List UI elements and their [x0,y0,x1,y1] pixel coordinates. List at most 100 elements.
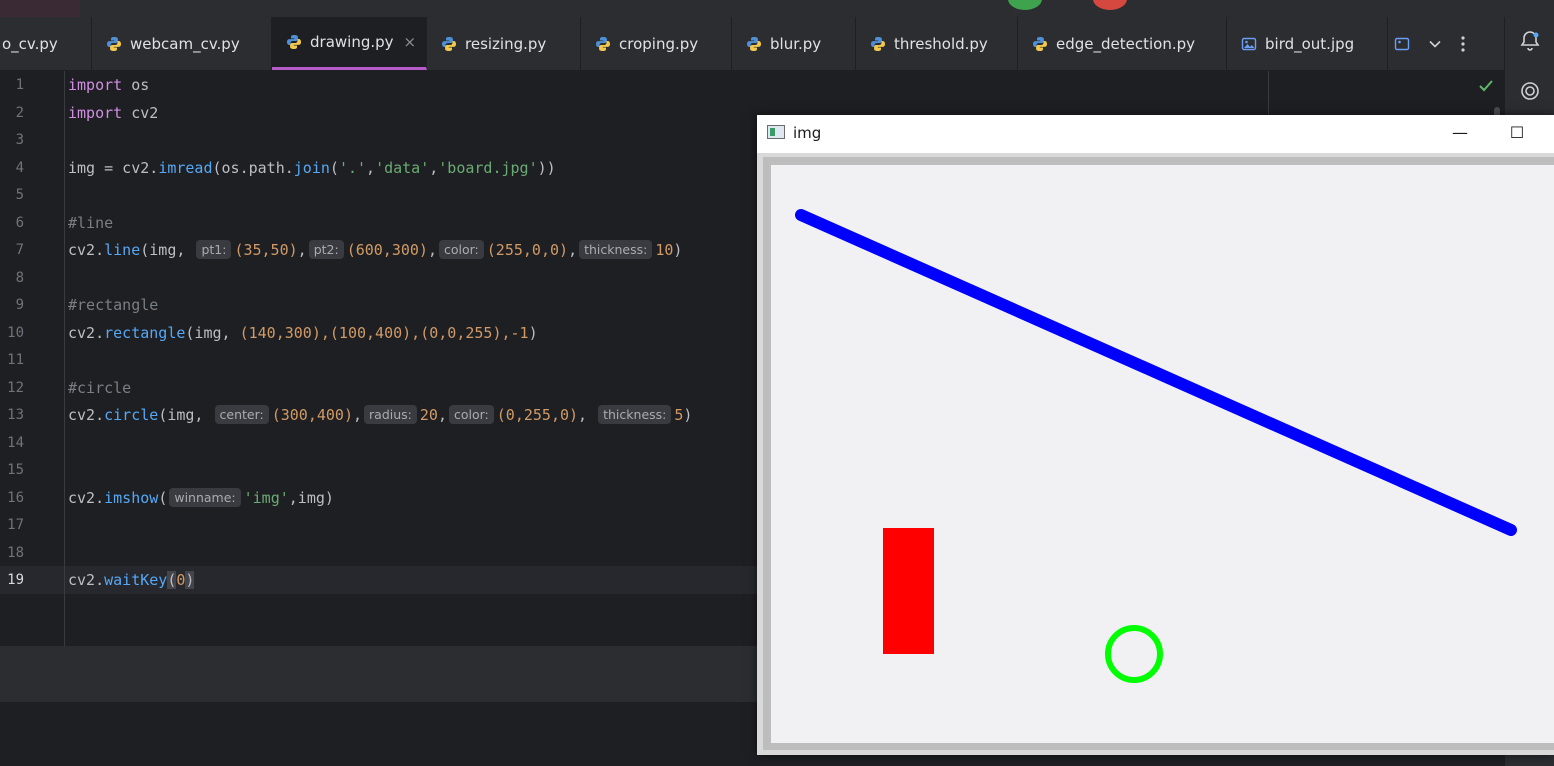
code-text: , [437,406,447,424]
param-hint: pt1: [196,240,232,259]
code-text: , [353,406,363,424]
param-hint: color: [439,240,484,259]
code-text: os [122,76,150,94]
maximize-button[interactable]: ☐ [1502,121,1532,145]
line-number: 4 [15,160,24,176]
code-text: cv2. [68,489,105,507]
code-line-16: cv2.imshow(winname:'img',img) [68,485,808,513]
line-number: 17 [7,517,24,533]
tab-edge-detection[interactable]: edge_detection.py [1018,17,1227,70]
function-name: circle [104,406,159,424]
tab-threshold[interactable]: threshold.py [856,17,1018,70]
tuple-literal: (0,255,0) [496,406,579,424]
tab-bar-tools [1394,17,1466,70]
line-number: 9 [15,297,24,313]
code-text: cv2. [68,241,105,259]
tab-webcam-cv[interactable]: webcam_cv.py [92,17,272,70]
line-number: 2 [15,105,24,121]
ai-assistant-icon[interactable] [1518,79,1542,103]
tuple-literal: (300,400) [271,406,353,424]
tab-label: edge_detection.py [1056,34,1196,53]
tab-bird-out[interactable]: bird_out.jpg [1227,17,1388,70]
image-file-icon[interactable] [1394,36,1410,52]
python-icon [107,36,121,51]
code-text: cv2. [68,406,105,424]
line-number: 19 [7,572,24,588]
code-text: ( [329,159,339,177]
code-line-4: img = cv2.imread(os.path.join('.','data'… [68,155,808,183]
image-window-titlebar[interactable]: img — ☐ [757,115,1554,153]
line-number: 1 [15,77,24,93]
tab-drawing[interactable]: drawing.py × [272,17,427,70]
keyword: import [68,104,123,122]
python-icon [1033,36,1047,51]
line-number: 13 [7,407,24,423]
line-number: 6 [15,215,24,231]
function-name: line [104,241,141,259]
code-text: ) [528,324,538,342]
code-text: (img, [185,324,240,342]
top-strip-accent [0,0,80,17]
code-text: , [427,241,437,259]
line-number: 12 [7,380,24,396]
python-icon [596,36,610,51]
param-hint: color: [448,405,494,424]
python-icon [287,35,301,49]
number-literal: 10 [655,241,674,259]
keyword: import [68,76,123,94]
string-literal: 'img' [243,489,289,507]
code-line-1: import os [68,72,808,100]
code-text: , [429,159,439,177]
run-status-dot-green[interactable] [1008,0,1042,10]
string-literal: '.' [338,159,367,177]
code-text: cv2. [68,324,105,342]
window-top-strip [0,0,1554,17]
more-vert-icon[interactable] [1460,35,1466,53]
matched-bracket: ) [185,571,195,589]
minimize-button[interactable]: — [1445,121,1475,145]
drawn-red-rectangle [883,528,934,654]
line-number: 15 [7,462,24,478]
code-line-13: cv2.circle(img, center: (300,400), radius:… [68,402,808,430]
comment-line: #rectangle [68,296,159,314]
tab-label: webcam_cv.py [130,34,240,53]
tab-croping[interactable]: croping.py [581,17,732,70]
function-name: waitKey [104,571,168,589]
line-number: 14 [7,435,24,451]
code-text: cv2 [122,104,159,122]
bell-icon[interactable] [1518,29,1542,53]
chevron-down-icon[interactable] [1428,37,1442,51]
code-text: ) [683,406,693,424]
code-text: (img, [158,406,213,424]
param-hint: thickness: [579,240,653,259]
image-file-icon [1241,37,1257,50]
code-text: cv2. [68,571,105,589]
comment-line: #line [68,214,114,232]
python-icon [747,36,761,51]
code-text: , [578,406,597,424]
tab-resizing[interactable]: resizing.py [427,17,581,70]
python-icon [442,36,456,51]
function-name: imshow [104,489,159,507]
comment-line: #circle [68,379,132,397]
tab-close-icon[interactable]: × [404,33,417,51]
tab-label: croping.py [619,34,699,53]
code-line-2: import cv2 [68,100,808,128]
opencv-image-window[interactable]: img — ☐ [757,115,1554,755]
whiteboard-image [757,153,1554,755]
code-line-19: cv2.waitKey(0) [68,567,808,595]
check-icon[interactable] [1478,79,1494,93]
function-name: imread [158,159,213,177]
tab-label: drawing.py [310,33,394,51]
run-status-dot-red[interactable] [1093,0,1127,10]
line-number-gutter: 1 2 3 4 5 6 7 8 9 10 11 12 13 14 15 16 1… [0,71,65,646]
tuple-literal: (140,300),(100,400),(0,0,255),-1 [239,324,529,342]
line-number: 18 [7,545,24,561]
line-number: 16 [7,490,24,506]
code-text: )) [537,159,556,177]
function-name: join [293,159,330,177]
tab-blur[interactable]: blur.py [732,17,856,70]
tab-o-cv[interactable]: o_cv.py [0,17,92,70]
editor-divider [1268,71,1269,121]
python-icon [871,36,885,51]
